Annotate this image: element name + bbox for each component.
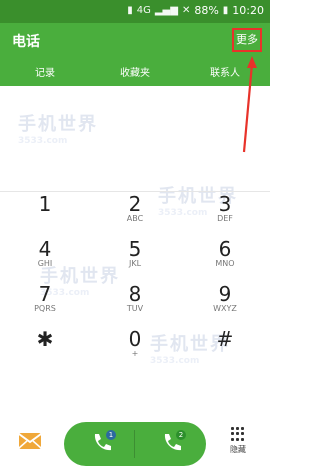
call-sim1-button[interactable]: 1: [76, 428, 126, 460]
sim1-badge: 1: [106, 430, 116, 440]
hide-label: 隐藏: [230, 445, 246, 454]
key-6[interactable]: 6 MNO: [180, 237, 270, 282]
sim2-badge: 2: [176, 430, 186, 440]
key-3-number: 3: [218, 192, 232, 216]
watermark-site-1: 3533.com: [18, 136, 68, 146]
key-0-number: 0: [128, 327, 142, 351]
tab-log[interactable]: 记录: [0, 61, 90, 86]
key-2-letters: ABC: [126, 214, 144, 223]
key-4-letters: GHI: [37, 259, 53, 268]
page-title: 电话: [12, 34, 40, 50]
key-1[interactable]: 1: [0, 192, 90, 237]
call-sim2-button[interactable]: 2: [146, 428, 196, 460]
bottom-bar: 1 2 隐藏: [0, 415, 270, 475]
key-0[interactable]: 0 +: [90, 327, 180, 372]
key-0-plus: +: [131, 349, 139, 358]
key-4-number: 4: [38, 237, 52, 261]
signal-icon: ▂▄▆: [154, 5, 178, 16]
key-hash[interactable]: #: [180, 327, 270, 372]
tab-favorites[interactable]: 收藏夹: [90, 61, 180, 86]
sim-icon: ▮: [127, 5, 133, 16]
key-5-letters: JKL: [128, 259, 142, 268]
key-7[interactable]: 7 PQRS: [0, 282, 90, 327]
key-hash-symbol: #: [216, 327, 234, 351]
key-9[interactable]: 9 WXYZ: [180, 282, 270, 327]
key-2[interactable]: 2 ABC: [90, 192, 180, 237]
key-9-letters: WXYZ: [213, 304, 237, 313]
call-separator: [134, 430, 135, 458]
key-4[interactable]: 4 GHI: [0, 237, 90, 282]
call-button-group: 1 2: [64, 422, 206, 466]
key-3-letters: DEF: [217, 214, 233, 223]
battery-percent: 88%: [194, 4, 219, 17]
key-9-number: 9: [218, 282, 232, 306]
message-icon[interactable]: [17, 429, 43, 453]
watermark-brand-1: 手机世界: [18, 114, 98, 135]
key-5[interactable]: 5 JKL: [90, 237, 180, 282]
tab-contacts[interactable]: 联系人: [180, 61, 270, 86]
key-1-number: 1: [38, 192, 52, 216]
key-6-number: 6: [218, 237, 232, 261]
key-5-number: 5: [128, 237, 142, 261]
mute-icon: ✕: [181, 5, 191, 16]
key-8-number: 8: [128, 282, 142, 306]
keypad-icon: [231, 427, 245, 441]
status-right: ▮ 4G ▂▄▆ ✕ 88% ▮ 10:20: [127, 4, 264, 17]
clock: 10:20: [232, 4, 264, 17]
tabs: 记录 收藏夹 联系人: [0, 61, 270, 86]
status-bar: ▮ 4G ▂▄▆ ✕ 88% ▮ 10:20: [0, 0, 270, 23]
network-4g-icon: 4G: [136, 5, 151, 16]
battery-icon: ▮: [222, 5, 229, 16]
key-7-number: 7: [38, 282, 52, 306]
watermark-logo-1: 手机世界 3533.com: [18, 110, 98, 146]
app-bar: 电话 更多: [0, 23, 270, 61]
key-star[interactable]: ✱: [0, 327, 90, 372]
key-8[interactable]: 8 TUV: [90, 282, 180, 327]
key-star-symbol: ✱: [36, 327, 54, 351]
key-8-letters: TUV: [126, 304, 144, 313]
key-7-letters: PQRS: [34, 304, 56, 313]
key-3[interactable]: 3 DEF: [180, 192, 270, 237]
dial-pad: 1 2 ABC 3 DEF 4 GHI 5 JKL 6 MNO 7 PQRS 8 TUV 9W…: [0, 192, 270, 417]
hide-keypad-button[interactable]: 隐藏: [218, 427, 258, 463]
key-6-letters: MNO: [215, 259, 235, 268]
more-button[interactable]: 更多: [232, 28, 262, 52]
key-2-number: 2: [128, 192, 142, 216]
